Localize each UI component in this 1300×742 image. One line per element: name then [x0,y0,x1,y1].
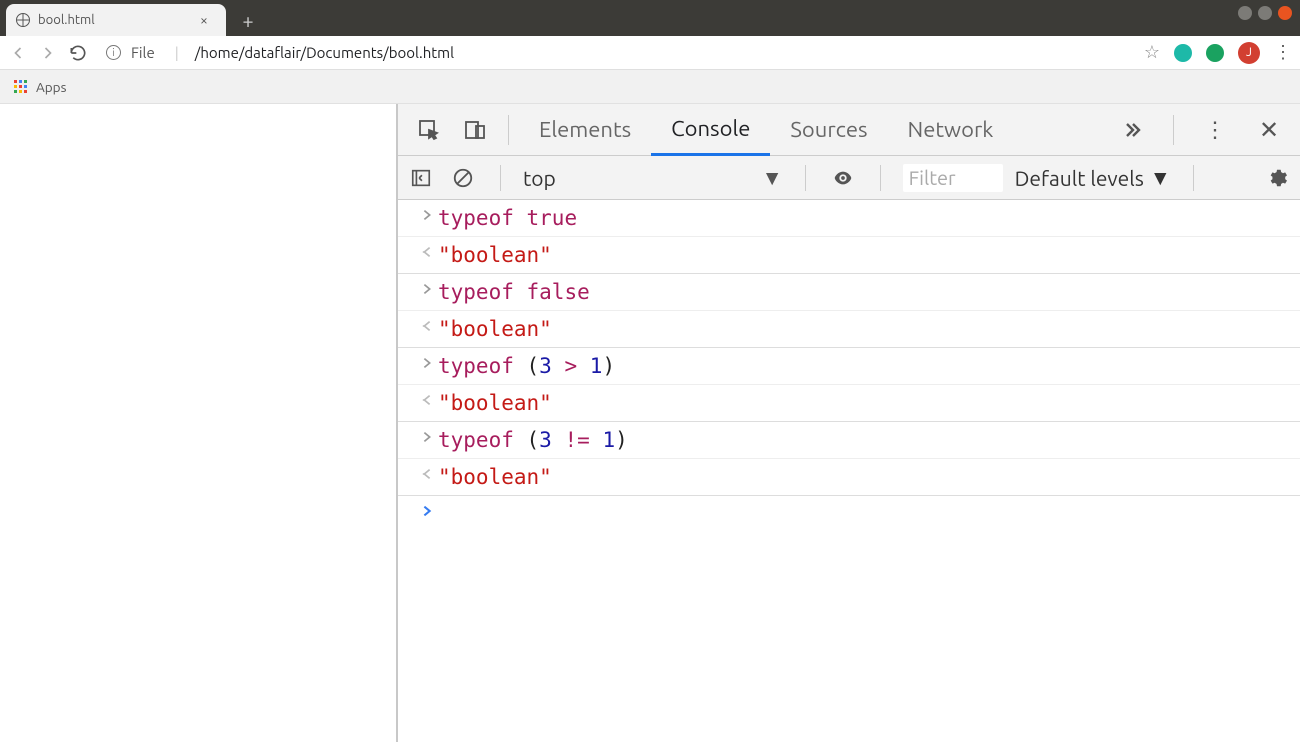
console-output-value: "boolean" [438,391,552,415]
tab-title: bool.html [38,13,95,27]
console-output[interactable]: typeof true "boolean" typeof false "bool… [398,200,1300,742]
clear-console-button[interactable] [448,167,478,189]
device-toolbar-button[interactable] [452,118,498,142]
output-arrow-icon [416,465,438,481]
address-bar[interactable]: i File | /home/dataflair/Documents/bool.… [98,39,1134,67]
console-input-row: typeof (3 > 1) [398,348,1300,385]
console-sidebar-toggle[interactable] [406,167,436,189]
window-minimize-button[interactable] [1238,6,1252,20]
console-input-row: typeof false [398,274,1300,311]
context-label: top [523,166,556,190]
console-toolbar: top ▼ Default levels ▼ [398,156,1300,200]
window-titlebar: bool.html × + [0,0,1300,36]
bookmark-star-button[interactable]: ☆ [1144,42,1160,63]
levels-label: Default levels [1015,166,1144,190]
devtools-panel: Elements Console Sources Network ⋮ ✕ [398,104,1300,742]
log-levels-selector[interactable]: Default levels ▼ [1015,165,1171,191]
devtools-menu-button[interactable]: ⋮ [1192,117,1238,143]
url-path: /home/dataflair/Documents/bool.html [195,44,454,61]
tab-console[interactable]: Console [651,105,770,156]
input-arrow-icon [416,354,438,370]
tab-close-button[interactable]: × [196,12,212,28]
apps-icon[interactable] [14,80,28,94]
console-output-value: "boolean" [438,317,552,341]
tab-sources[interactable]: Sources [770,104,887,155]
console-output-row: "boolean" [398,385,1300,422]
console-prompt[interactable] [398,496,1300,524]
console-input-row: typeof (3 != 1) [398,422,1300,459]
more-tabs-button[interactable] [1109,118,1155,142]
tab-network[interactable]: Network [888,104,1014,155]
apps-label[interactable]: Apps [36,79,66,95]
extension-grammarly-icon[interactable] [1174,44,1192,62]
page-favicon-icon [16,13,30,27]
new-tab-button[interactable]: + [234,6,262,34]
output-arrow-icon [416,243,438,259]
page-content [0,104,398,742]
browser-toolbar: i File | /home/dataflair/Documents/bool.… [0,36,1300,70]
url-separator: | [175,44,179,61]
console-settings-button[interactable] [1262,167,1292,189]
inspect-element-button[interactable] [406,118,452,142]
console-input-code: typeof true [438,206,577,230]
site-info-icon[interactable]: i [106,45,121,60]
output-arrow-icon [416,391,438,407]
back-button[interactable] [8,43,28,63]
extension-green-icon[interactable] [1206,44,1224,62]
devtools-close-button[interactable]: ✕ [1246,116,1292,144]
url-scheme: File [131,44,155,61]
console-output-row: "boolean" [398,237,1300,274]
reload-button[interactable] [68,43,88,63]
input-arrow-icon [416,428,438,444]
console-output-row: "boolean" [398,311,1300,348]
console-output-row: "boolean" [398,459,1300,496]
bookmarks-bar: Apps [0,70,1300,104]
profile-avatar[interactable]: J [1238,42,1260,64]
tab-elements[interactable]: Elements [519,104,651,155]
devtools-tabstrip: Elements Console Sources Network ⋮ ✕ [398,104,1300,156]
console-output-value: "boolean" [438,465,552,489]
output-arrow-icon [416,317,438,333]
browser-menu-button[interactable]: ⋮ [1274,42,1292,63]
input-arrow-icon [416,206,438,222]
console-filter-input[interactable] [903,164,1003,192]
console-input-code: typeof false [438,280,590,304]
console-input-code: typeof (3 > 1) [438,354,615,378]
console-output-value: "boolean" [438,243,552,267]
window-close-button[interactable] [1278,6,1292,20]
console-input-row: typeof true [398,200,1300,237]
input-arrow-icon [416,280,438,296]
window-maximize-button[interactable] [1258,6,1272,20]
chevron-down-icon: ▼ [1150,165,1171,191]
browser-tab[interactable]: bool.html × [6,4,226,36]
chevron-down-icon: ▼ [762,165,783,191]
console-input-code: typeof (3 != 1) [438,428,628,452]
forward-button[interactable] [38,43,58,63]
window-controls [1238,6,1292,20]
live-expression-button[interactable] [828,167,858,189]
execution-context-selector[interactable]: top ▼ [523,165,783,191]
prompt-arrow-icon [416,502,438,518]
